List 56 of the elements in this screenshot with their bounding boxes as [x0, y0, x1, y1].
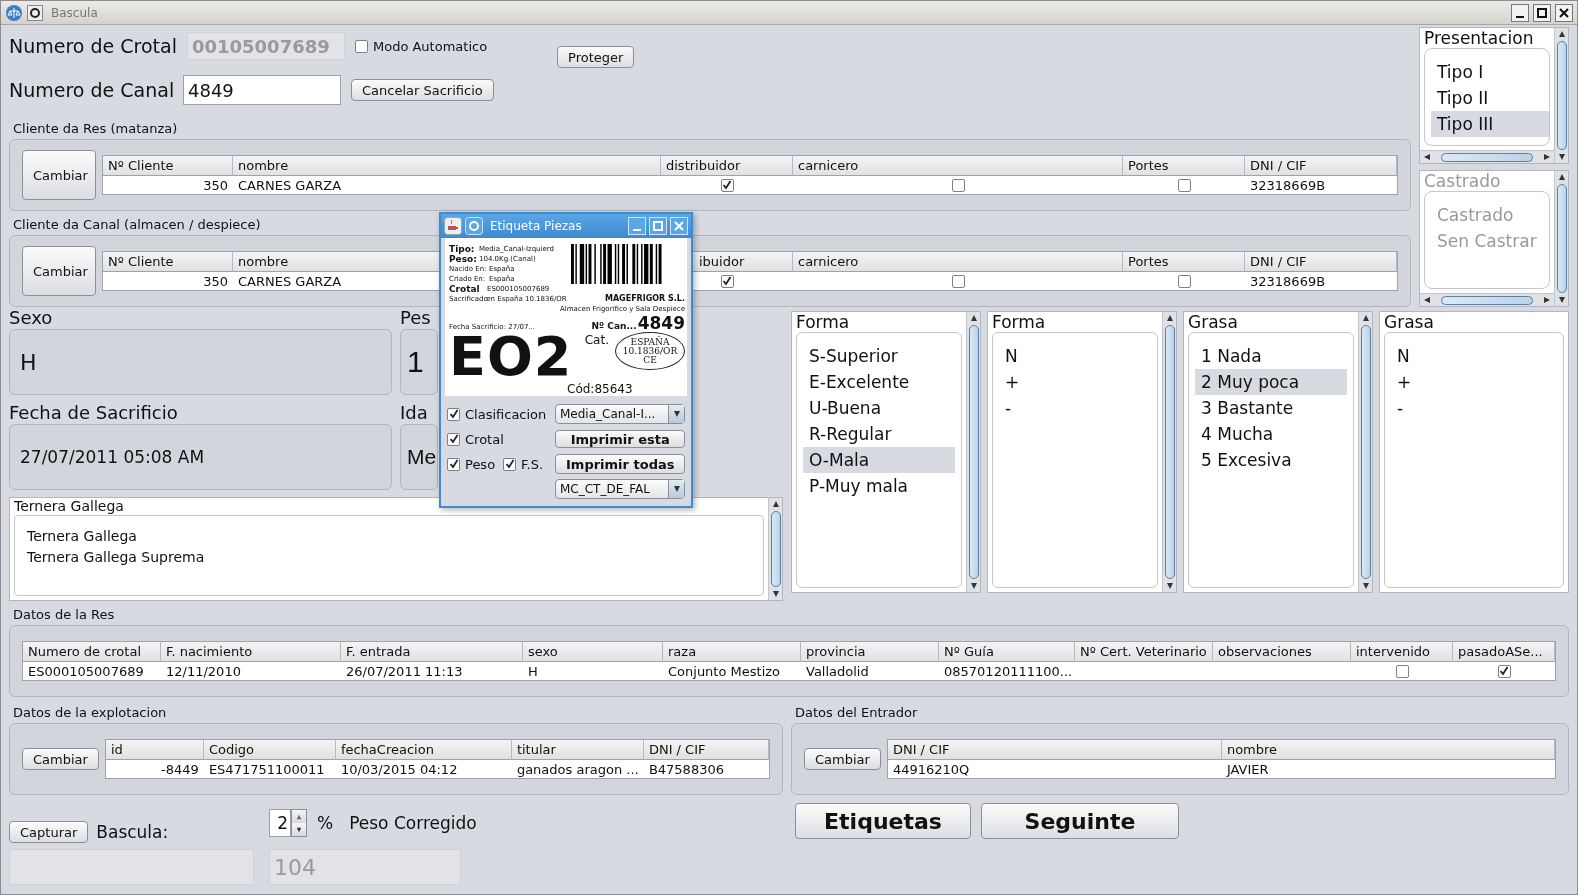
percent-label: %	[317, 813, 334, 833]
table-cell: H	[528, 663, 538, 679]
label-company: MAGEFRIGOR S.L.	[604, 294, 685, 304]
value-field: Me	[400, 424, 438, 490]
field-label: Ida	[400, 402, 428, 424]
group-title: Cliente da Canal (almacen / despiece)	[13, 217, 261, 234]
value-field: H	[9, 329, 392, 395]
grade-text: EO2	[449, 332, 573, 382]
table-cell: ES000105007689	[28, 663, 144, 679]
list-title: Grasa	[1188, 312, 1239, 333]
table-cell: 32318669B	[1250, 177, 1326, 193]
list-title: Forma	[992, 312, 1047, 333]
table-cell: 350	[203, 177, 228, 193]
table-cell: 350	[203, 273, 228, 289]
table-cell: 44916210Q	[892, 761, 970, 777]
value-field: 27/07/2011 05:08 AM	[9, 424, 392, 490]
label-key: Peso:	[449, 254, 479, 264]
list-title: Grasa	[1384, 312, 1435, 333]
bascula-label: Bascula:	[96, 822, 169, 842]
label-key: Tipo:	[449, 244, 479, 254]
group-title: Datos del Entrador	[795, 705, 918, 722]
field-label: Numero de Crotal	[9, 35, 177, 57]
field-label: Fecha de Sacrificio	[9, 402, 178, 424]
group-title: Datos de la explotacion	[13, 705, 167, 722]
table-cell: -8449	[161, 761, 199, 777]
value-field: 1	[400, 329, 438, 395]
table-cell: 08570120111100...	[944, 663, 1073, 679]
field-label: Numero de Canal	[9, 79, 173, 101]
group-title: Datos de la Res	[13, 607, 115, 624]
table-cell: 10/03/2015 04:12	[340, 761, 458, 777]
list-title: Forma	[796, 312, 851, 333]
label-key: Nº Can...	[591, 321, 637, 331]
field-label: Sexo	[9, 307, 53, 329]
list-title: Castrado	[1424, 171, 1502, 192]
table-cell: 32318669B	[1250, 273, 1326, 289]
label-value: 4849	[637, 314, 685, 332]
peso-label: Peso Corregido	[349, 813, 477, 833]
label-key: Cat.	[584, 332, 609, 382]
table-cell: Valladolid	[806, 663, 869, 679]
table-cell: 26/07/2011 11:13	[346, 663, 463, 679]
window-title: Bascula	[51, 5, 99, 20]
field-label: Pes	[400, 307, 431, 329]
table-cell: CARNES GARZA	[238, 177, 342, 193]
label-value: Cód:85643	[566, 382, 634, 396]
table-cell: ES471751100011	[208, 761, 325, 777]
table-cell: Conjunto Mestizo	[668, 663, 781, 679]
table-cell: ganados aragon ...	[516, 761, 639, 777]
table-cell: CARNES GARZA	[238, 273, 342, 289]
table-cell: 12/11/2010	[166, 663, 241, 679]
label-key: Crotal	[449, 284, 487, 294]
table-cell: JAVIER	[1226, 761, 1269, 777]
list-title: Presentacion	[1424, 28, 1535, 49]
group-title: Cliente da Res (matanza)	[13, 121, 178, 138]
dialog-title: Etiqueta Piezas	[490, 219, 583, 233]
table-cell: B47588306	[648, 761, 724, 777]
list-title: Ternera Gallega	[14, 498, 125, 515]
